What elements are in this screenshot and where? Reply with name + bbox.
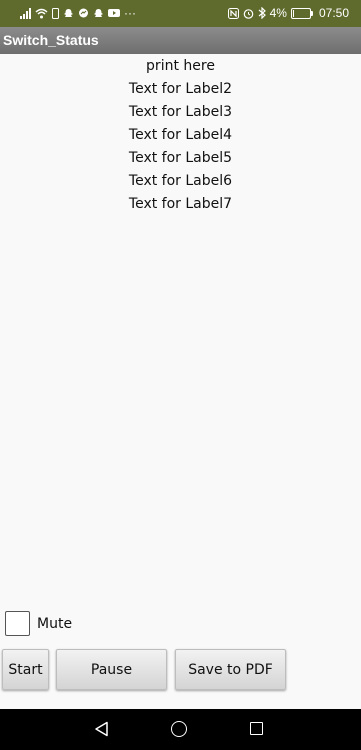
label-2: Text for Label2 xyxy=(128,81,233,97)
label-7: Text for Label7 xyxy=(128,196,233,212)
mute-label[interactable]: Mute xyxy=(37,616,72,632)
app-title-bar: Switch_Status xyxy=(0,27,361,54)
mute-row[interactable]: Mute xyxy=(5,611,72,636)
youtube-icon xyxy=(108,9,120,17)
signal-icon xyxy=(20,7,31,19)
label-5: Text for Label5 xyxy=(128,150,233,166)
snapchat-icon xyxy=(64,8,73,17)
nfc-icon xyxy=(227,7,239,19)
messenger-icon xyxy=(79,8,88,17)
back-icon[interactable] xyxy=(94,721,109,737)
sim-icon xyxy=(52,7,59,19)
label-4: Text for Label4 xyxy=(128,127,233,143)
labels-column: print here Text for Label2 Text for Labe… xyxy=(0,55,361,216)
pause-button[interactable]: Pause xyxy=(56,649,167,690)
label-6: Text for Label6 xyxy=(128,173,233,189)
battery-icon xyxy=(290,7,313,19)
snapchat-icon xyxy=(94,8,103,17)
save-to-pdf-button[interactable]: Save to PDF xyxy=(175,649,286,690)
wifi-icon xyxy=(35,8,48,18)
battery-percent: 4% xyxy=(269,6,287,20)
home-icon[interactable] xyxy=(171,721,187,737)
app-title: Switch_Status xyxy=(3,32,99,48)
start-button[interactable]: Start xyxy=(2,649,49,690)
more-icon: ··· xyxy=(124,6,136,20)
bluetooth-icon xyxy=(258,7,266,19)
status-left-icons: ··· xyxy=(20,6,136,20)
clock: 07:50 xyxy=(318,6,349,20)
label-print-here: print here xyxy=(146,58,215,74)
recent-apps-icon[interactable] xyxy=(250,722,263,735)
system-nav-bar xyxy=(0,709,361,750)
status-right-icons: 4% 07:50 xyxy=(227,6,349,20)
alarm-icon xyxy=(243,8,253,19)
label-3: Text for Label3 xyxy=(128,104,233,120)
mute-checkbox[interactable] xyxy=(5,611,30,636)
status-bar: ··· 4% 07:50 xyxy=(0,0,361,27)
